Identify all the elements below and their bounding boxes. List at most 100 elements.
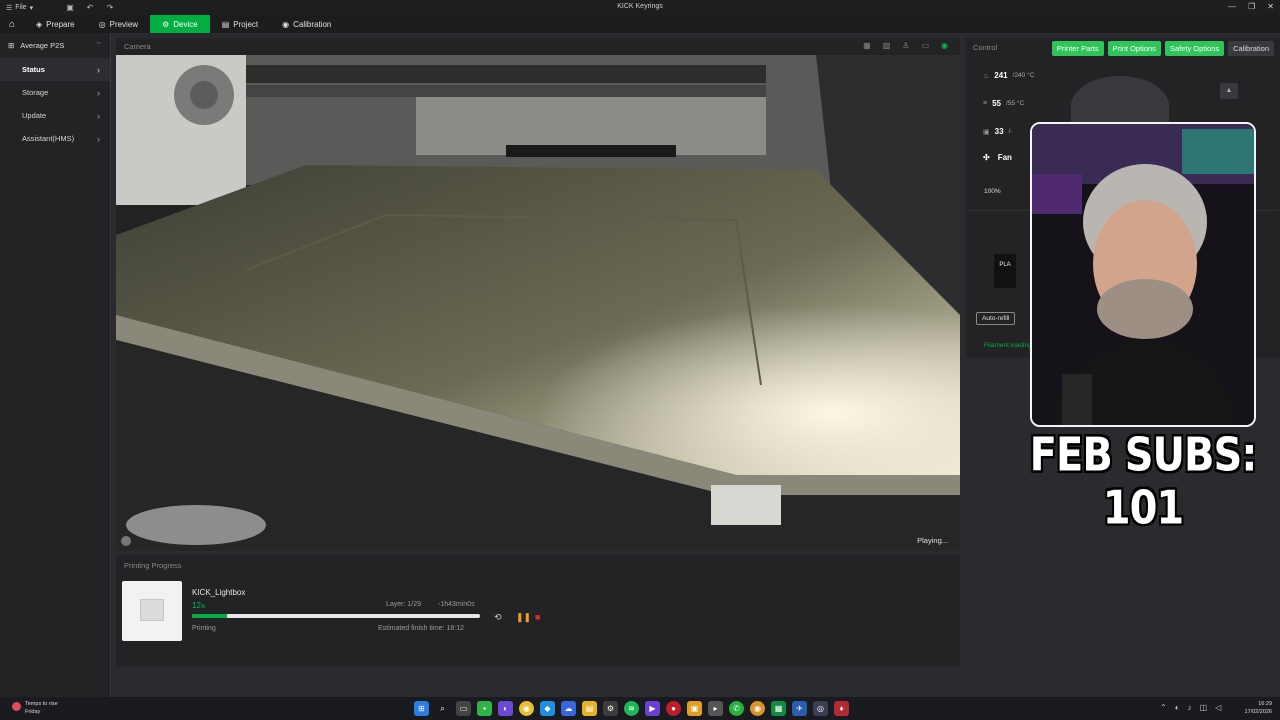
camera-title: Camera [124, 42, 151, 51]
bed-temp[interactable]: ≡ 55 /55 °C [983, 99, 1024, 108]
spotify-icon[interactable]: ≋ [624, 701, 639, 716]
nozzle-temp[interactable]: ♨ 241 /240 °C [983, 71, 1034, 80]
tab-preview[interactable]: ◎ Preview [87, 15, 150, 33]
progress-header: Printing Progress [124, 561, 182, 570]
fan-icon: ✣ [983, 153, 990, 162]
steam-icon[interactable]: ✈ [792, 701, 807, 716]
eye-icon: ◎ [98, 19, 106, 29]
nozzle-temp-target: /240 °C [1012, 72, 1035, 79]
fan-section: ✣ Fan [983, 153, 1012, 162]
redo-icon[interactable]: ↷ [100, 3, 120, 12]
app-red-icon[interactable]: ● [666, 701, 681, 716]
chevron-right-icon: › [97, 110, 100, 121]
excel-icon[interactable]: ▦ [771, 701, 786, 716]
pause-button[interactable]: ❚❚ [516, 612, 531, 623]
home-icon[interactable]: ⌂ [0, 19, 24, 30]
bed-up-button[interactable]: ▲ [1220, 83, 1238, 99]
filament-loading-hint: Filament loading [984, 342, 1032, 349]
tab-calibration-label: Calibration [293, 19, 332, 29]
sidebar-item-assistant[interactable]: Assistant(HMS) › [0, 127, 110, 150]
printer-parts-button[interactable]: Printer Parts [1051, 41, 1104, 56]
network-icon[interactable]: ◫ [1200, 703, 1208, 712]
search-icon[interactable]: ⌕ [435, 701, 450, 716]
windows-taskbar: Temps to rise Friday ⊞ ⌕ ▭ ▪ ◐ ◉ ◆ ☁ ▤ ⚙… [0, 697, 1280, 720]
device-sidebar: ⊞ Average P2S ⌔ Status › Storage › Updat… [0, 33, 111, 697]
play-button[interactable] [121, 536, 131, 546]
maximize-button[interactable]: ❐ [1248, 2, 1255, 11]
estimated-finish: Estimated finish time: 18:12 [378, 625, 464, 632]
nozzle-icon: ♨ [983, 72, 990, 80]
tab-project[interactable]: ▤ Project [210, 15, 270, 33]
ams-slot-pla[interactable]: PLA [994, 254, 1016, 288]
bed-icon: ≡ [983, 100, 988, 107]
auto-refill-button[interactable]: Auto-refill [976, 312, 1016, 325]
print-options-button[interactable]: Print Options [1107, 41, 1161, 56]
volume-icon[interactable]: ◁ [1215, 703, 1221, 712]
tab-calibration[interactable]: ◉ Calibration [270, 15, 343, 33]
lamp-icon[interactable]: ♙ [902, 41, 909, 50]
app-green-icon[interactable]: ▪ [477, 701, 492, 716]
stop-button[interactable]: ■ [535, 612, 540, 622]
refresh-icon[interactable]: ⟲ [494, 612, 502, 623]
close-button[interactable]: ✕ [1267, 2, 1274, 11]
chrome-icon[interactable]: ◉ [519, 701, 534, 716]
sidebar-item-status[interactable]: Status › [0, 58, 110, 81]
tab-prepare[interactable]: ◈ Prepare [24, 15, 87, 33]
app-pin-icon[interactable]: ♦ [834, 701, 849, 716]
bambu-studio-window: ☰ File ▾ ▣ ↶ ↷ KICK Keyrings — ❐ ✕ ⌂ ◈ P… [0, 0, 1280, 720]
system-clock[interactable]: 16:29 17/02/2026 [1244, 700, 1272, 716]
app-media-icon[interactable]: ▶ [645, 701, 660, 716]
calibration-button[interactable]: Calibration [1228, 41, 1274, 56]
fan-percent[interactable]: 100% [984, 188, 1001, 195]
tab-device-label: Device [173, 19, 198, 29]
device-icon: ⚙ [162, 19, 170, 29]
file-menu[interactable]: ☰ File ▾ [0, 4, 60, 12]
window-title: KICK Keyrings [617, 3, 663, 10]
weather-widget[interactable]: Temps to rise Friday [12, 700, 58, 716]
tray-app-icon[interactable]: ◐ [1175, 703, 1180, 712]
print-status: Printing [192, 625, 216, 632]
chamber-temp[interactable]: ▣ 33 /- [983, 127, 1013, 136]
sidebar-item-update[interactable]: Update › [0, 104, 110, 127]
sidebar-item-label: Update [22, 111, 47, 120]
streamer-webcam [1030, 122, 1256, 427]
tray-chevron-icon[interactable]: ⌃ [1160, 703, 1167, 712]
tab-device[interactable]: ⚙ Device [150, 15, 210, 33]
app-folder-icon[interactable]: ▣ [687, 701, 702, 716]
bed-temp-target: /55 °C [1006, 100, 1025, 107]
main-nav: ⌂ ◈ Prepare ◎ Preview ⚙ Device ▤ Project… [0, 15, 1280, 33]
timelapse-icon[interactable]: ▧ [883, 41, 891, 50]
camera-feed[interactable]: Playing... [116, 55, 960, 551]
app-terminal-icon[interactable]: ▸ [708, 701, 723, 716]
progress-bar-fill [192, 614, 227, 618]
chrome-profile-icon[interactable]: ◉ [750, 701, 765, 716]
whatsapp-icon[interactable]: ✆ [729, 701, 744, 716]
file-explorer-icon[interactable]: ▤ [582, 701, 597, 716]
file-menu-label: File [15, 4, 27, 11]
layer-count: Layer: 1/29 [386, 601, 422, 608]
app-cloud-icon[interactable]: ☁ [561, 701, 576, 716]
safety-options-button[interactable]: Safety Options [1164, 41, 1225, 56]
task-view-icon[interactable]: ▭ [456, 701, 471, 716]
app-purple-icon[interactable]: ◐ [498, 701, 513, 716]
sidebar-item-storage[interactable]: Storage › [0, 81, 110, 104]
minimize-button[interactable]: — [1228, 2, 1236, 11]
app-gear-icon[interactable]: ⚙ [603, 701, 618, 716]
progress-percent: 12% [192, 601, 205, 610]
start-icon[interactable]: ⊞ [414, 701, 429, 716]
sd-card-icon[interactable]: ▦ [863, 41, 871, 50]
nozzle-temp-value: 241 [994, 71, 1008, 80]
title-bar: ☰ File ▾ ▣ ↶ ↷ KICK Keyrings — ❐ ✕ [0, 0, 1280, 15]
camera-toggle-icon[interactable]: ◉ [941, 41, 948, 50]
app-blue-icon[interactable]: ◆ [540, 701, 555, 716]
mic-icon[interactable]: ♪ [1188, 703, 1192, 712]
save-icon[interactable]: ▣ [60, 3, 80, 12]
printer-name: Average P2S [20, 41, 65, 50]
app-dark-icon[interactable]: ◎ [813, 701, 828, 716]
undo-icon[interactable]: ↶ [80, 3, 100, 12]
printer-selector[interactable]: ⊞ Average P2S ⌔ [0, 33, 110, 58]
camera-image [116, 55, 960, 551]
record-icon[interactable]: ▭ [921, 41, 929, 50]
cube-icon: ◈ [36, 19, 43, 29]
fan-label: Fan [997, 153, 1012, 162]
